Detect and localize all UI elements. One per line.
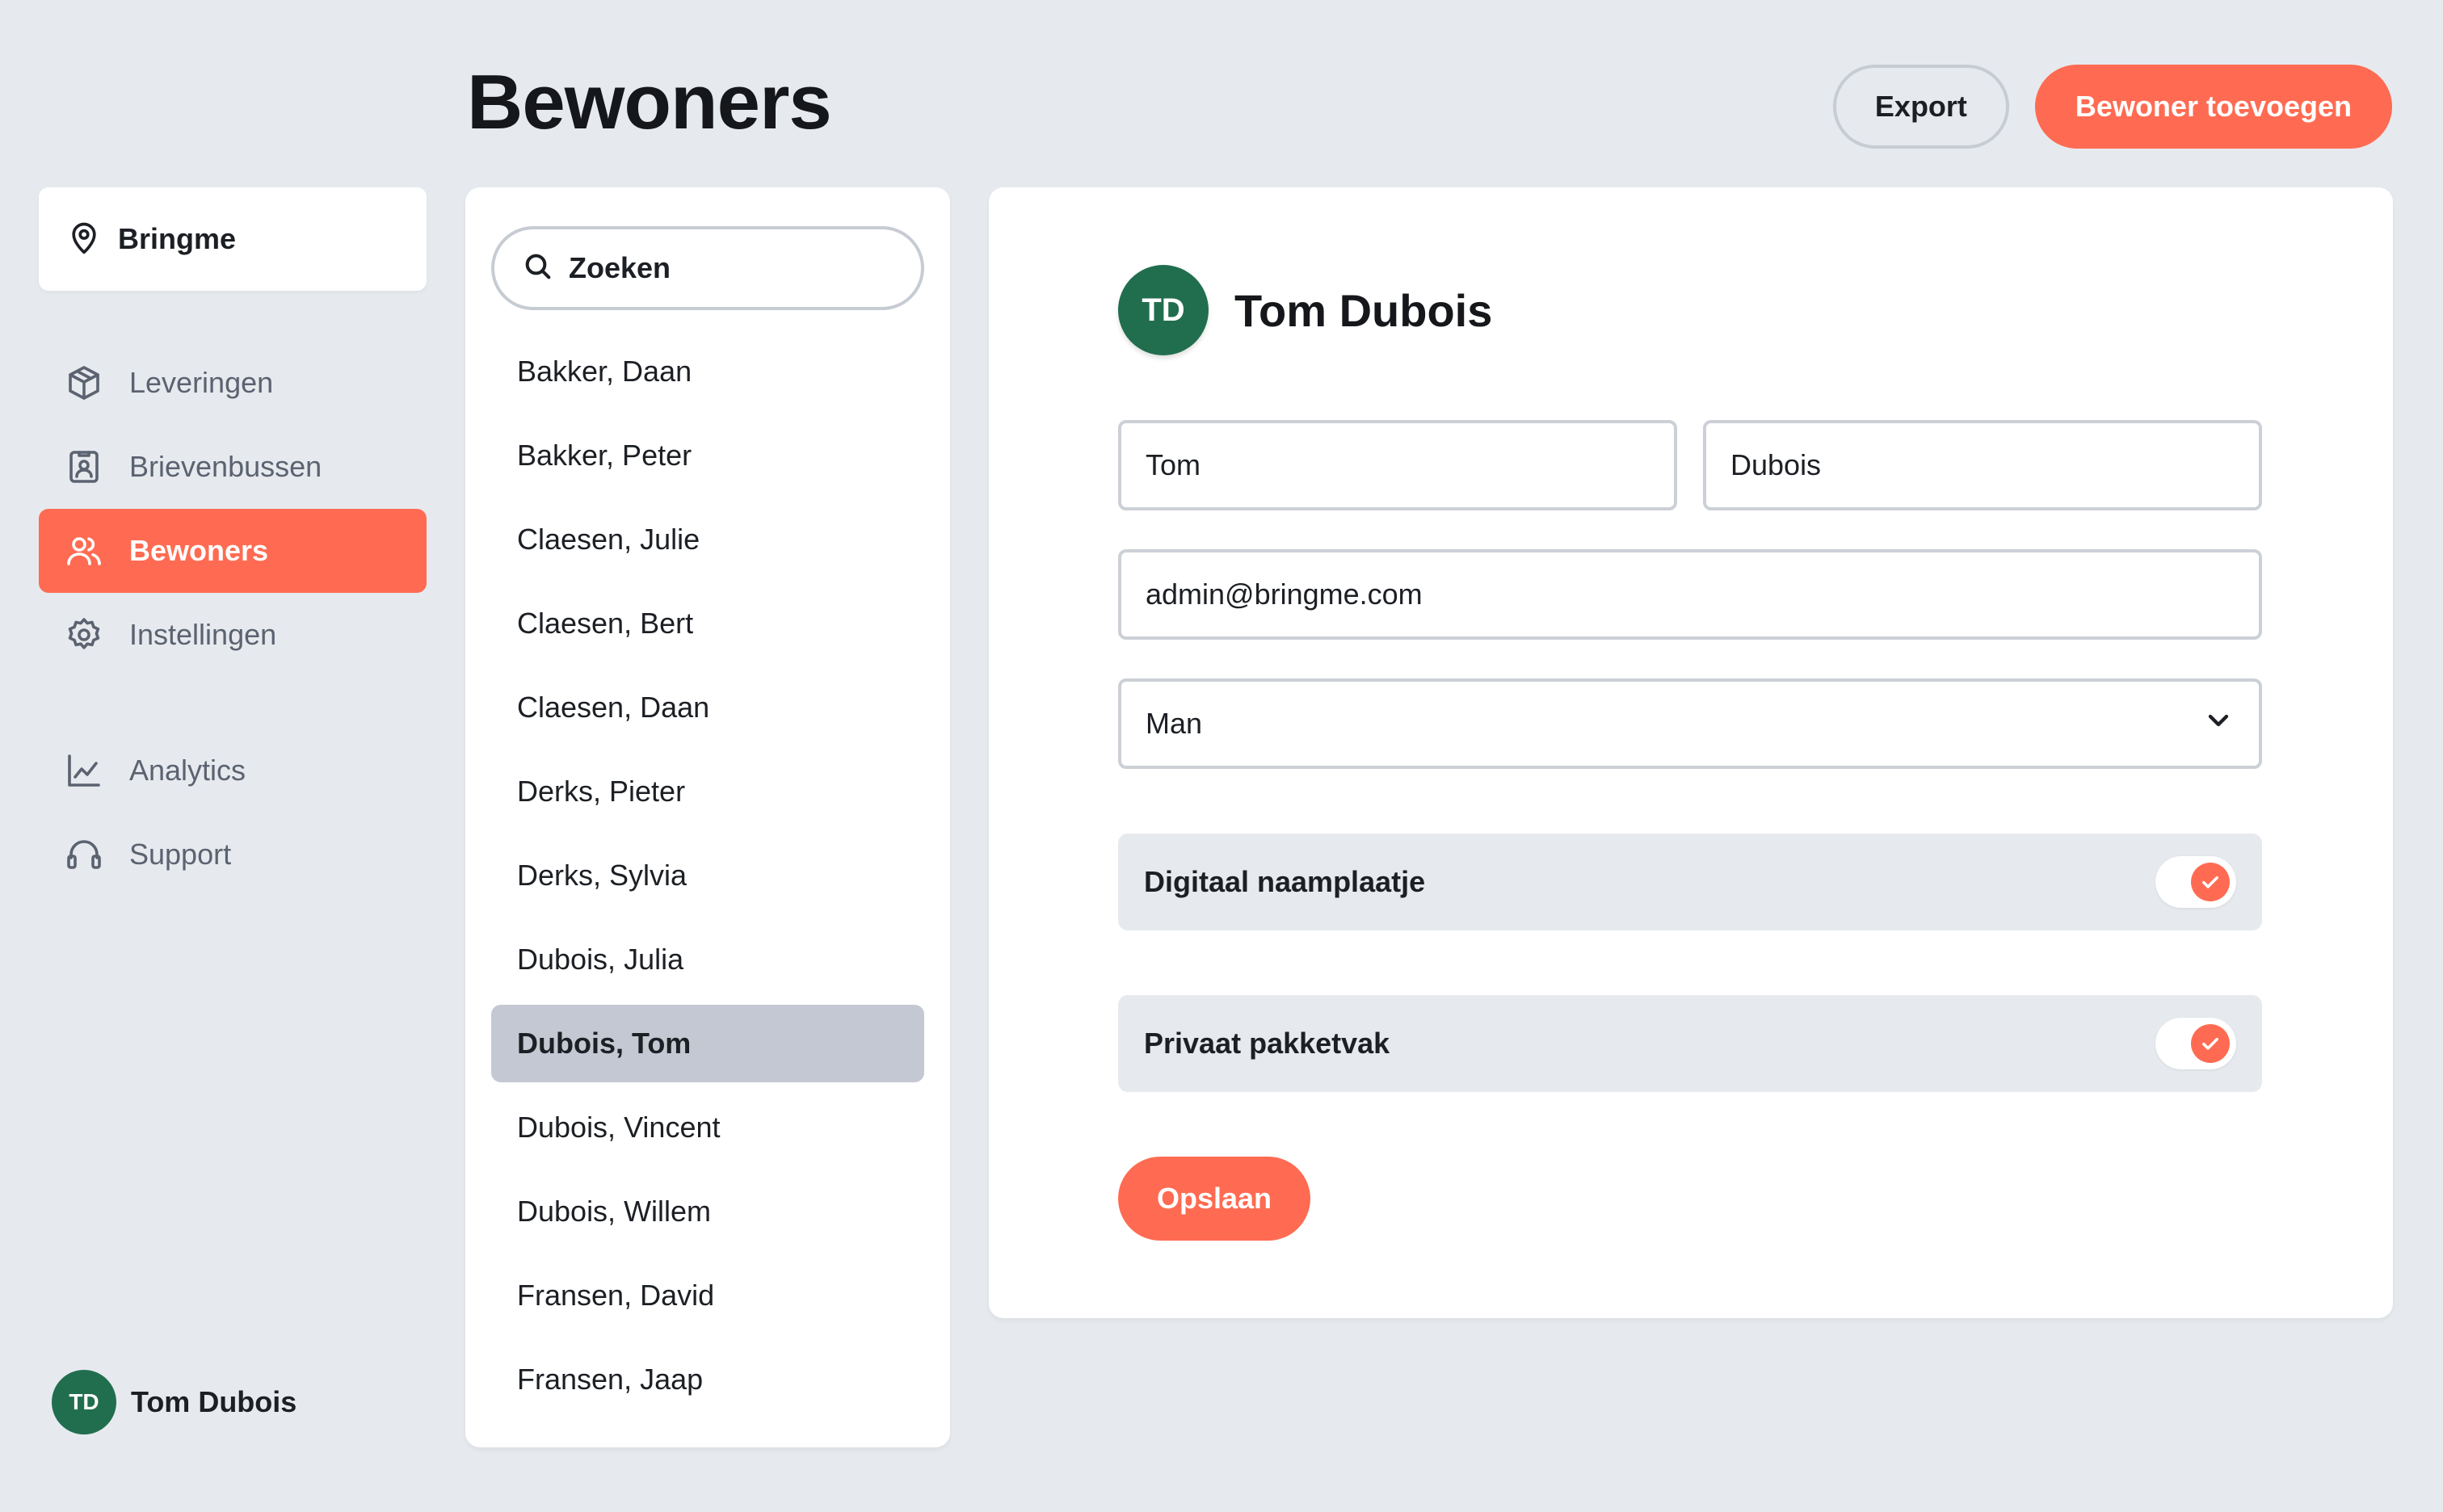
check-icon [2191,863,2230,901]
current-user-name: Tom Dubois [131,1385,297,1418]
sidebar-item-label: Bewoners [129,534,269,567]
export-button[interactable]: Export [1832,65,2009,149]
list-item[interactable]: Claesen, Daan [491,669,924,746]
list-item[interactable]: Dubois, Willem [491,1173,924,1250]
toggle-label: Privaat pakketvak [1144,1027,1390,1060]
app-root: Bewoners Export Bewoner toevoegen Bringm… [0,0,2443,1512]
digital-nameplate-toggle[interactable] [2155,856,2236,908]
list-item[interactable]: Dubois, Vincent [491,1089,924,1166]
search-icon [522,250,554,287]
list-item[interactable]: Claesen, Bert [491,585,924,662]
users-icon [63,530,105,572]
add-resident-button[interactable]: Bewoner toevoegen [2034,65,2392,149]
page-title: Bewoners [467,59,832,145]
resident-list: Bakker, Daan Bakker, Peter Claesen, Juli… [491,333,924,1425]
headset-icon [63,834,105,876]
last-name-input[interactable] [1730,448,2235,482]
sidebar-item-label: Leveringen [129,366,274,399]
list-item[interactable]: Dubois, Julia [491,921,924,998]
list-item[interactable]: Derks, Pieter [491,753,924,830]
gender-select-value: Man [1146,707,1203,740]
package-icon [63,362,105,404]
sidebar-item-instellingen[interactable]: Instellingen [39,593,427,677]
list-item[interactable]: Claesen, Julie [491,501,924,578]
check-icon [2191,1024,2230,1063]
last-name-field[interactable] [1703,420,2262,510]
sidebar-nav: Leveringen Brievenbussen Bewoners Instel… [39,341,427,897]
list-item-selected[interactable]: Dubois, Tom [491,1005,924,1082]
location-pin-icon [66,220,102,259]
avatar: TD [1118,265,1209,355]
save-button[interactable]: Opslaan [1118,1157,1311,1241]
chart-icon [63,750,105,792]
first-name-field[interactable] [1118,420,1677,510]
current-user[interactable]: TD Tom Dubois [52,1370,296,1434]
sidebar-item-label: Analytics [129,754,246,787]
gear-icon [63,614,105,656]
avatar: TD [52,1370,116,1434]
sidebar-item-label: Brievenbussen [129,450,322,483]
first-name-input[interactable] [1146,448,1650,482]
sidebar-item-leveringen[interactable]: Leveringen [39,341,427,425]
digital-nameplate-row: Digitaal naamplaatje [1118,834,2262,930]
list-item[interactable]: Fransen, Jaap [491,1341,924,1418]
sidebar-item-label: Support [129,838,232,871]
search-input[interactable] [569,251,908,285]
profile-header: TD Tom Dubois [1118,265,1492,355]
list-item[interactable]: Fransen, David [491,1257,924,1334]
sidebar-item-bewoners[interactable]: Bewoners [39,509,427,593]
resident-detail-panel: TD Tom Dubois Man Digitaal naamplaatje [989,187,2393,1318]
gender-select[interactable]: Man [1118,678,2262,769]
private-parcel-locker-toggle[interactable] [2155,1018,2236,1069]
header-actions: Export Bewoner toevoegen [1832,65,2392,149]
resident-name: Tom Dubois [1234,284,1493,336]
organization-selector[interactable]: Bringme [39,187,427,291]
email-field[interactable] [1118,549,2262,640]
email-input[interactable] [1146,578,2235,611]
list-item[interactable]: Derks, Sylvia [491,837,924,914]
list-item[interactable]: Bakker, Daan [491,333,924,410]
toggle-label: Digitaal naamplaatje [1144,865,1426,898]
sidebar-item-analytics[interactable]: Analytics [39,729,427,813]
resident-list-panel: Bakker, Daan Bakker, Peter Claesen, Juli… [465,187,950,1447]
private-parcel-locker-row: Privaat pakketvak [1118,995,2262,1092]
search-box[interactable] [491,226,924,310]
organization-name: Bringme [118,222,237,255]
sidebar-item-label: Instellingen [129,618,277,651]
mailbox-icon [63,446,105,488]
sidebar-item-brievenbussen[interactable]: Brievenbussen [39,425,427,509]
list-item[interactable]: Bakker, Peter [491,417,924,494]
sidebar-item-support[interactable]: Support [39,813,427,897]
chevron-down-icon [2202,704,2235,744]
